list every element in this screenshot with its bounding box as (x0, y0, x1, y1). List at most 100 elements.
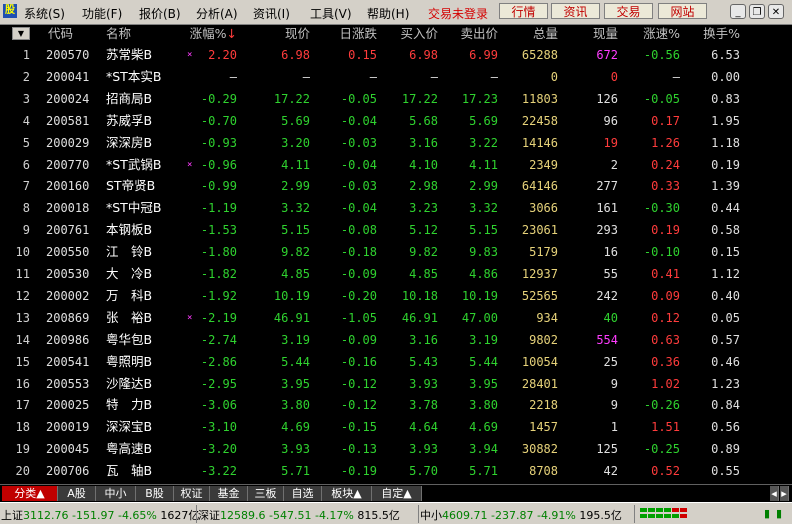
info-button[interactable]: 资讯 (551, 3, 600, 19)
row-index: 19 (15, 442, 30, 457)
col-change-pct-label: 涨幅% (189, 26, 227, 41)
tab-b-shares[interactable]: B股 (136, 486, 174, 501)
ask-price: 5.71 (469, 464, 498, 479)
table-row[interactable]: 20 200706 瓦 轴B -3.22 5.71 -0.19 5.70 5.71 8708 42… (0, 460, 790, 482)
current-volume: 161 (596, 201, 618, 216)
col-change-pct[interactable]: 涨幅%↓ (190, 24, 237, 44)
tab-funds[interactable]: 基金 (210, 486, 248, 501)
bid-price: 2.98 (409, 179, 438, 194)
table-row[interactable]: 11 200530 大 冷B -1.82 4.85 -0.09 4.85 4.86 12937 5… (0, 263, 790, 285)
col-volume[interactable]: 总量 (533, 24, 558, 44)
flag-icon: × (187, 159, 193, 170)
table-row[interactable]: 3 200024 招商局B -0.29 17.22 -0.05 17.22 17.23 1180… (0, 88, 790, 110)
quote-button[interactable]: 行情 (499, 3, 548, 19)
close-icon[interactable]: ✕ (768, 4, 784, 19)
row-index: 6 (22, 157, 30, 172)
menu-help[interactable]: 帮助(H) (367, 5, 409, 22)
tab-sectors[interactable]: 板块▲ (322, 486, 372, 501)
speed-pct: 0.36 (651, 354, 680, 369)
col-ask[interactable]: 卖出价 (460, 24, 498, 44)
tab-a-shares[interactable]: A股 (58, 486, 96, 501)
stock-name: 万 科B (106, 287, 153, 303)
table-row[interactable]: 2 200041 *ST本实B — — — — — 0 0 — 0.00 (0, 66, 790, 88)
signal-icon: ▮ (764, 507, 771, 520)
menu-system[interactable]: 系统(S) (24, 5, 65, 22)
sz-index-label: 深证 (198, 509, 220, 522)
row-index: 15 (15, 354, 30, 369)
speed-pct: -0.10 (643, 245, 680, 260)
table-row[interactable]: 19 200045 粤高速B -3.20 3.93 -0.13 3.93 3.94 30882 1… (0, 438, 790, 460)
col-speed[interactable]: 涨速% (643, 24, 680, 44)
stock-name: 江 铃B (106, 244, 153, 260)
total-volume: 65288 (521, 48, 558, 62)
ask-price: 4.11 (469, 157, 498, 172)
table-row[interactable]: 4 200581 苏威孚B -0.70 5.69 -0.04 5.68 5.69 22458 96… (0, 110, 790, 132)
turnover-pct: 0.58 (711, 223, 740, 238)
col-diff[interactable]: 日涨跌 (339, 24, 377, 44)
table-row[interactable]: 16 200553 沙隆达B -2.95 3.95 -0.12 3.93 3.95 28401 9… (0, 373, 790, 395)
row-index: 1 (22, 48, 30, 62)
scroll-right-icon[interactable]: ▸ (780, 486, 789, 501)
trade-button[interactable]: 交易 (604, 3, 653, 19)
tab-watchlist[interactable]: 自选 (284, 486, 322, 501)
table-row[interactable]: 13 200869 张 裕B × -2.19 46.91 -1.05 46.91 47.00 93… (0, 307, 790, 329)
minimize-icon[interactable]: _ (730, 4, 746, 19)
menu-tools[interactable]: 工具(V) (310, 5, 352, 22)
tab-third-board[interactable]: 三板 (248, 486, 284, 501)
menu-analysis[interactable]: 分析(A) (196, 5, 238, 22)
current-volume: 9 (610, 376, 618, 391)
price: 3.95 (281, 376, 310, 391)
ask-price: 3.22 (469, 135, 498, 150)
bid-price: 3.23 (409, 201, 438, 216)
sort-dropdown-icon[interactable]: ▼ (12, 27, 30, 40)
sz-index[interactable]: 深证12589.6 -547.51 -4.17% 815.5亿 (198, 507, 400, 523)
sh-index[interactable]: 上证3112.76 -151.97 -4.65% 1627亿 (1, 507, 199, 523)
table-row[interactable]: 7 200160 ST帝贤B -0.99 2.99 -0.03 2.98 2.99 64146 2… (0, 175, 790, 197)
stock-name: *ST本实B (106, 68, 162, 84)
table-row[interactable]: 6 200770 *ST武锅B × -0.96 4.11 -0.04 4.10 4.11 2349… (0, 154, 790, 176)
table-row[interactable]: 10 200550 江 铃B -1.80 9.82 -0.18 9.82 9.83 5179 16… (0, 241, 790, 263)
status-bar: 上证3112.76 -151.97 -4.65% 1627亿 深证12589.6… (0, 502, 792, 524)
col-price[interactable]: 现价 (285, 24, 310, 44)
current-volume: 0 (610, 69, 618, 84)
col-current-volume[interactable]: 现量 (593, 24, 618, 44)
col-code[interactable]: 代码 (48, 24, 73, 44)
col-turnover[interactable]: 换手% (703, 24, 740, 44)
price-diff: -0.13 (340, 442, 377, 457)
zx-index[interactable]: 中小4609.71 -237.87 -4.91% 195.5亿 (420, 507, 622, 523)
change-pct: -2.95 (200, 376, 237, 391)
row-index: 4 (22, 113, 30, 128)
table-row[interactable]: 5 200029 深深房B -0.93 3.20 -0.03 3.16 3.22 14146 19… (0, 132, 790, 154)
table-row[interactable]: 8 200018 *ST中冠B -1.19 3.32 -0.04 3.23 3.32 3066 1… (0, 197, 790, 219)
restore-icon[interactable]: ❐ (749, 4, 765, 19)
menu-info[interactable]: 资讯(I) (253, 5, 290, 22)
change-pct: -3.10 (200, 420, 237, 435)
current-volume: 2 (610, 157, 618, 172)
col-name[interactable]: 名称 (106, 24, 131, 44)
change-pct: 2.20 (208, 48, 237, 62)
website-button[interactable]: 网站 (658, 3, 707, 19)
scroll-left-icon[interactable]: ◂ (770, 486, 779, 501)
menu-function[interactable]: 功能(F) (82, 5, 122, 22)
tab-category[interactable]: 分类▲ (2, 486, 58, 501)
table-row[interactable]: 14 200986 粤华包B -2.74 3.19 -0.09 3.16 3.19 9802 55… (0, 329, 790, 351)
tab-custom[interactable]: 自定▲ (372, 486, 422, 501)
speed-pct: 1.02 (651, 376, 680, 391)
table-row[interactable]: 9 200761 本钢板B -1.53 5.15 -0.08 5.12 5.15 23061 29… (0, 219, 790, 241)
turnover-pct: 1.18 (711, 135, 740, 150)
table-row[interactable]: 12 200002 万 科B -1.92 10.19 -0.20 10.18 10.19 525… (0, 285, 790, 307)
menu-quote[interactable]: 报价(B) (139, 5, 181, 22)
col-bid[interactable]: 买入价 (400, 24, 438, 44)
tab-warrants[interactable]: 权证 (174, 486, 210, 501)
speed-pct: 0.33 (651, 179, 680, 194)
bid-price: 3.93 (409, 442, 438, 457)
table-row[interactable]: 15 200541 粤照明B -2.86 5.44 -0.16 5.43 5.44 10054 2… (0, 351, 790, 373)
table-row[interactable]: 17 200025 特 力B -3.06 3.80 -0.12 3.78 3.80 2218 9 -… (0, 394, 790, 416)
price-diff: -0.15 (340, 420, 377, 435)
change-pct: -3.20 (200, 442, 237, 457)
total-volume: 934 (536, 310, 558, 325)
table-row[interactable]: 18 200019 深深宝B -3.10 4.69 -0.15 4.64 4.69 1457 1 1… (0, 416, 790, 438)
sz-index-amount: 815.5亿 (357, 509, 400, 522)
table-row[interactable]: 1 200570 苏常柴B × 2.20 6.98 0.15 6.98 6.99 65288 672… (0, 44, 790, 66)
tab-sme[interactable]: 中小 (96, 486, 136, 501)
